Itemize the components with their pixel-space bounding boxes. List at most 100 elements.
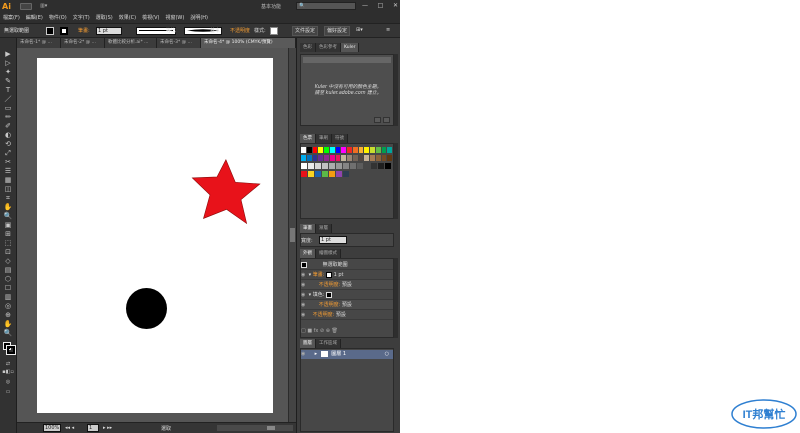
color-swatch[interactable] — [371, 163, 377, 169]
stroke-weight-field[interactable]: 1 pt — [96, 27, 122, 35]
color-swatch[interactable] — [301, 163, 307, 169]
fill-opacity-label[interactable]: 不透明度: — [319, 302, 341, 308]
tab-kuler[interactable]: Kuler — [341, 43, 360, 52]
kuler-scrollbar[interactable] — [394, 54, 398, 126]
mesh-tool-icon[interactable]: ✋ — [2, 203, 14, 211]
preferences-button[interactable]: 偏好設定 — [324, 26, 351, 36]
menu-view[interactable]: 檢視(V) — [139, 14, 162, 23]
magic-wand-tool-icon[interactable]: ✦ — [2, 68, 14, 76]
color-swatch[interactable] — [341, 155, 346, 161]
color-swatch[interactable] — [357, 163, 363, 169]
blend-tool-icon[interactable]: ⊞ — [2, 230, 14, 238]
eraser-tool-icon[interactable]: ⬡ — [2, 275, 14, 283]
eyedropper-tool-icon[interactable]: ▣ — [2, 221, 14, 229]
layer-row[interactable]: ◉ ▸ 圖層 1 ○ — [301, 350, 393, 359]
appearance-footer-icons[interactable]: □ ■ fx ⊘ ⊕ 🗑 — [301, 328, 338, 334]
tab-color[interactable]: 色彩 — [300, 43, 316, 52]
vertical-scrollbar[interactable] — [288, 48, 296, 422]
appearance-fill-row[interactable]: ◉ ▾ 填色: — [301, 290, 393, 300]
artboard-number-field[interactable]: 1 — [87, 424, 99, 432]
color-swatch[interactable] — [306, 155, 312, 161]
color-swatch[interactable] — [370, 155, 375, 161]
color-swatch[interactable] — [322, 163, 328, 169]
color-swatch[interactable] — [308, 163, 314, 169]
pencil-tool-icon[interactable]: ✐ — [2, 122, 14, 130]
canvas-area[interactable] — [17, 48, 288, 422]
opacity-label[interactable]: 不透明度 — [230, 27, 250, 34]
color-swatch[interactable] — [341, 147, 346, 153]
color-swatch[interactable] — [364, 155, 369, 161]
tab-brushes[interactable]: 筆刷 — [316, 134, 332, 143]
gradient-tool-icon[interactable]: 🔍 — [2, 212, 14, 220]
slice-tool-icon[interactable]: ▤ — [2, 266, 14, 274]
color-swatch[interactable] — [312, 147, 318, 153]
scissors-tool-icon[interactable]: ✂ — [2, 158, 14, 166]
menu-help[interactable]: 說明(H) — [187, 14, 211, 23]
color-swatch[interactable] — [301, 171, 307, 177]
tab-swatches[interactable]: 色票 — [300, 134, 316, 143]
type-tool-icon[interactable]: T — [2, 86, 14, 94]
layer-target-icon[interactable]: ○ — [385, 350, 389, 359]
menu-window[interactable]: 視窗(W) — [162, 14, 187, 23]
live-paint-tool-icon[interactable]: ☐ — [2, 284, 14, 292]
doc-tab-active[interactable]: 未命名-4* @ 100% (CMYK/預覽) — [201, 38, 296, 48]
tab-stroke[interactable]: 筆畫 — [300, 224, 316, 233]
eye-icon[interactable]: ◉ — [301, 280, 307, 290]
fill-color-swatch[interactable] — [46, 27, 54, 35]
hand-tool-icon[interactable]: ✋ — [2, 320, 14, 328]
tab-symbols[interactable]: 符號 — [332, 134, 348, 143]
graphic-style-swatch[interactable] — [270, 27, 278, 35]
stroke-label[interactable]: 筆畫: — [78, 27, 90, 34]
zoom-level-field[interactable]: 100% — [43, 424, 61, 432]
screen-mode-icon[interactable]: ▭ — [2, 388, 14, 396]
symbol-sprayer-tool-icon[interactable]: ⬚ — [2, 239, 14, 247]
color-swatch[interactable] — [322, 171, 328, 177]
target-tool-icon[interactable]: ◎ — [2, 302, 14, 310]
stroke-color-swatch[interactable] — [60, 27, 68, 35]
artboard[interactable] — [37, 58, 273, 413]
appearance-stroke-label[interactable]: 筆畫: — [313, 272, 325, 278]
color-swatch[interactable] — [381, 147, 387, 153]
color-swatch[interactable] — [352, 155, 358, 161]
eye-icon[interactable]: ◉ — [301, 270, 307, 280]
color-swatch[interactable] — [378, 163, 384, 169]
color-swatch[interactable] — [347, 155, 352, 161]
color-swatch[interactable] — [381, 155, 387, 161]
eye-icon[interactable]: ◉ — [301, 290, 307, 300]
color-swatch[interactable] — [350, 163, 356, 169]
tab-graphic-styles[interactable]: 繪圖樣式 — [316, 249, 341, 258]
horizontal-scroll-thumb[interactable] — [267, 426, 275, 430]
panel-menu-icon[interactable]: ≡ — [386, 27, 390, 33]
layer-name[interactable]: 圖層 1 — [331, 351, 346, 357]
color-swatch[interactable] — [324, 147, 329, 153]
direct-selection-tool-icon[interactable]: ▷ — [2, 59, 14, 67]
tab-color-guide[interactable]: 色彩參考 — [316, 43, 341, 52]
perspective-grid-tool-icon[interactable]: ⌗ — [2, 194, 14, 202]
doc-tab-3[interactable]: 軟體比較分析.ai* ... — [105, 38, 157, 48]
menu-file[interactable]: 檔案(F) — [0, 14, 23, 23]
color-swatch[interactable] — [306, 147, 312, 153]
pen-tool-icon[interactable]: ✎ — [2, 77, 14, 85]
chart-tool-icon[interactable]: ▥ — [2, 293, 14, 301]
color-mode-icons[interactable]: ▪◧▫ — [2, 368, 14, 376]
appearance-scrollbar[interactable] — [394, 258, 398, 338]
appearance-fill-label[interactable]: 填色: — [313, 292, 325, 298]
color-swatch[interactable] — [318, 155, 323, 161]
eye-icon[interactable]: ◉ — [301, 300, 307, 310]
kuler-launch-button[interactable] — [383, 117, 390, 123]
minimize-button[interactable]: — — [362, 2, 368, 11]
doc-tab-1[interactable]: 未命名-1* @ ... — [17, 38, 61, 48]
menu-type[interactable]: 文字(T) — [70, 14, 93, 23]
tab-layers[interactable]: 圖層 — [300, 339, 316, 348]
color-swatch[interactable] — [364, 147, 369, 153]
workspace-switcher[interactable]: 基本功能 — [261, 3, 281, 10]
tab-gradient[interactable]: 漸層 — [316, 224, 332, 233]
doc-tab-4[interactable]: 未命名-3* @ ... — [157, 38, 201, 48]
column-graph-tool-icon[interactable]: ⊡ — [2, 248, 14, 256]
free-transform-tool-icon[interactable]: ▦ — [2, 176, 14, 184]
color-swatch[interactable] — [336, 171, 342, 177]
color-swatch[interactable] — [318, 147, 323, 153]
layer-expand-icon[interactable]: ▸ — [315, 351, 318, 357]
color-swatch[interactable] — [375, 147, 381, 153]
color-swatch[interactable] — [335, 155, 341, 161]
